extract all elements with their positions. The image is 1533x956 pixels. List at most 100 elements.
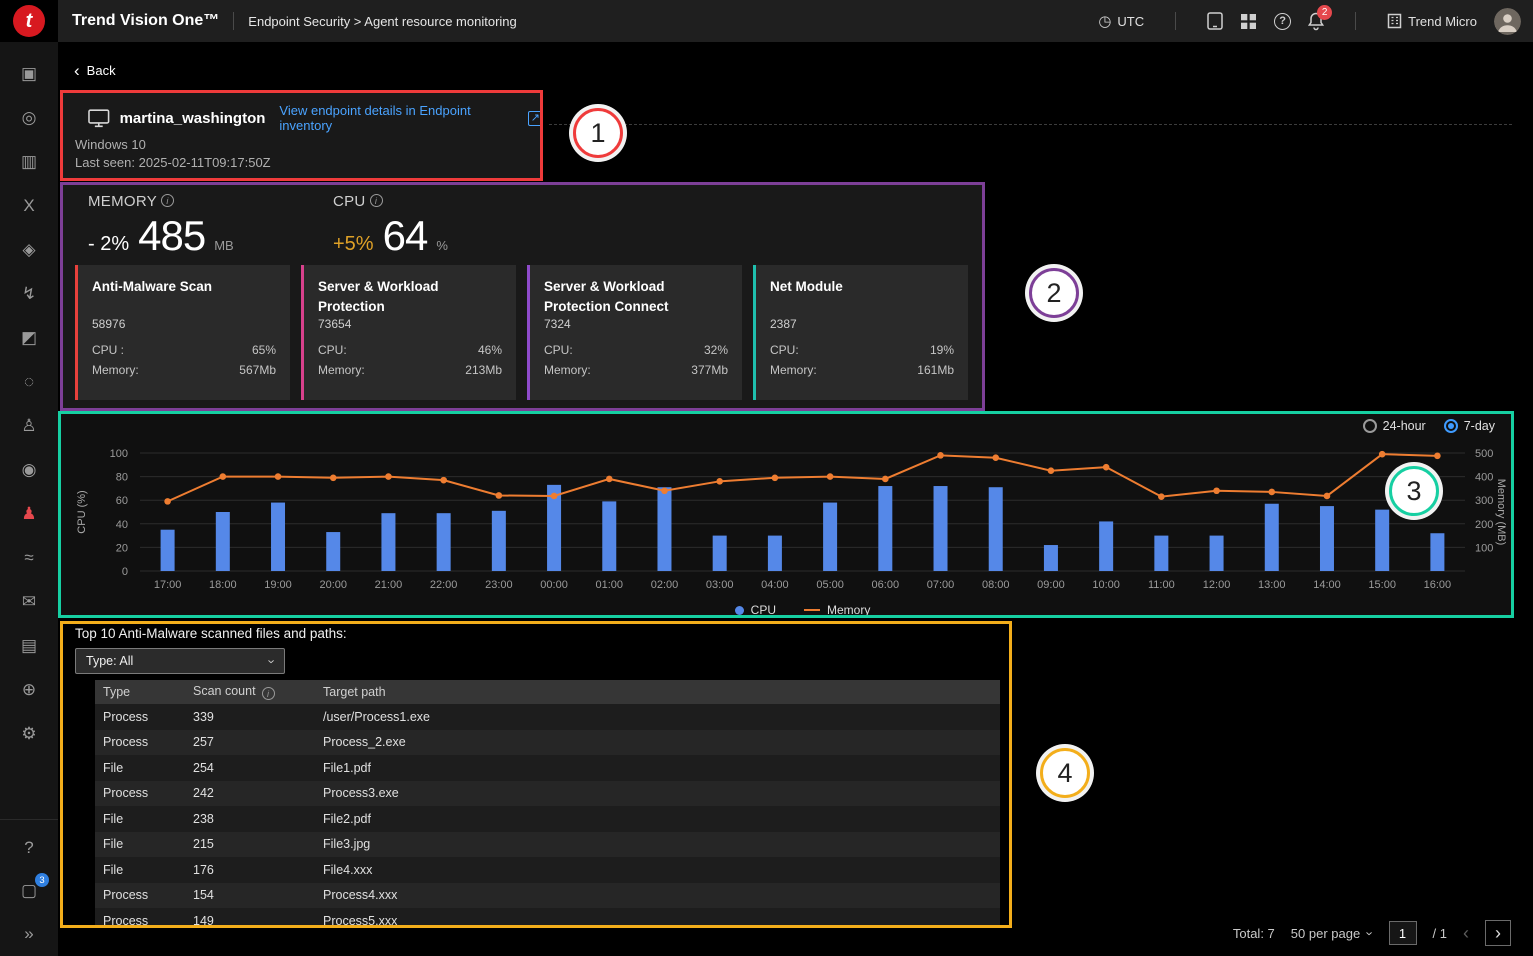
- svg-text:300: 300: [1475, 495, 1493, 507]
- identity-security-icon[interactable]: ♙: [16, 414, 42, 438]
- memory-delta: - 2%: [88, 233, 129, 256]
- svg-text:20: 20: [116, 542, 128, 554]
- module-name: Net Module: [770, 277, 954, 317]
- next-page-button[interactable]: ›: [1485, 920, 1511, 946]
- expand-icon[interactable]: »: [16, 922, 42, 946]
- table-row: Process149Process5.xxx: [95, 908, 1000, 928]
- tenant-selector[interactable]: Trend Micro: [1387, 13, 1477, 29]
- svg-text:200: 200: [1475, 519, 1493, 531]
- memory-row-value: 161Mb: [917, 363, 954, 377]
- type-filter-dropdown[interactable]: Type: All ›: [75, 648, 285, 674]
- topbar-divider: [233, 12, 234, 30]
- whats-new-icon[interactable]: ▢3: [16, 879, 42, 903]
- module-card-anti-malware: Anti-Malware Scan 58976 CPU :65% Memory:…: [75, 265, 290, 400]
- cpu-value: 64: [383, 212, 428, 260]
- memory-row-value: 213Mb: [465, 363, 502, 377]
- module-scan-count: 73654: [318, 317, 502, 331]
- svg-text:Memory (MB): Memory (MB): [1495, 479, 1507, 546]
- svg-text:12:00: 12:00: [1203, 579, 1231, 591]
- external-link-icon: ↗: [528, 111, 543, 126]
- cpu-unit: %: [436, 238, 448, 253]
- reports-icon[interactable]: ▤: [16, 634, 42, 658]
- column-type: Type: [95, 680, 185, 704]
- svg-text:06:00: 06:00: [872, 579, 900, 591]
- threat-intelligence-icon[interactable]: ⊕: [16, 678, 42, 702]
- memory-legend-icon: [804, 609, 820, 611]
- svg-text:80: 80: [116, 472, 128, 484]
- console-icon[interactable]: ▣: [16, 62, 42, 86]
- search-icon[interactable]: ◌: [16, 370, 42, 394]
- memory-label: MEMORY: [88, 193, 157, 210]
- cpu-metric: CPU i +5% 64 %: [333, 193, 448, 260]
- response-icon[interactable]: ↯: [16, 282, 42, 306]
- sidebar-bottom: ? ▢3 »: [0, 819, 58, 956]
- radio-icon: [1363, 419, 1377, 433]
- cloud-security-icon[interactable]: ◉: [16, 458, 42, 482]
- table-row: Process154Process4.xxx: [95, 883, 1000, 909]
- agent-resource-monitoring-page: t Trend Vision One™ Endpoint Security > …: [0, 0, 1533, 956]
- info-icon[interactable]: i: [370, 194, 383, 207]
- chevron-down-icon: ›: [1363, 931, 1378, 935]
- svg-text:23:00: 23:00: [485, 579, 513, 591]
- help-icon[interactable]: ?: [16, 836, 42, 860]
- info-icon[interactable]: i: [161, 194, 174, 207]
- resource-metrics-panel: MEMORY i - 2% 485 MB CPU i +5% 64 % Anti…: [62, 183, 985, 411]
- svg-text:0: 0: [122, 566, 128, 578]
- administration-icon[interactable]: ⚙: [16, 722, 42, 746]
- timezone-label: UTC: [1117, 14, 1144, 29]
- endpoint-details-card: martina_washington View endpoint details…: [62, 91, 543, 181]
- info-icon[interactable]: i: [262, 687, 275, 700]
- avatar-icon: [1494, 8, 1521, 35]
- xdr-threat-investigation-icon[interactable]: X: [16, 194, 42, 218]
- legend-cpu[interactable]: CPU: [735, 603, 776, 617]
- agent-monitoring-icon[interactable]: ♟: [16, 502, 42, 526]
- console-shortcut-button[interactable]: [1207, 12, 1223, 30]
- memory-row-value: 377Mb: [691, 363, 728, 377]
- attack-surface-icon[interactable]: ◎: [16, 106, 42, 130]
- cpu-row-label: CPU:: [544, 343, 573, 357]
- svg-text:16:00: 16:00: [1424, 579, 1452, 591]
- previous-page-button[interactable]: ‹: [1463, 923, 1469, 944]
- module-scan-count: 58976: [92, 317, 276, 331]
- svg-text:13:00: 13:00: [1258, 579, 1286, 591]
- cpu-row-label: CPU:: [770, 343, 799, 357]
- svg-text:14:00: 14:00: [1313, 579, 1341, 591]
- dashboard-icon[interactable]: ▥: [16, 150, 42, 174]
- help-button[interactable]: ?: [1274, 13, 1291, 30]
- timezone-selector[interactable]: ◷ UTC: [1098, 12, 1144, 30]
- annotation-circle-1: 1: [573, 108, 623, 158]
- page-number-input[interactable]: 1: [1389, 921, 1417, 945]
- email-security-icon[interactable]: ✉: [16, 590, 42, 614]
- table-title: Top 10 Anti-Malware scanned files and pa…: [75, 626, 1012, 641]
- svg-text:08:00: 08:00: [982, 579, 1010, 591]
- apps-icon: [1240, 13, 1257, 30]
- integrations-button[interactable]: [1240, 13, 1257, 30]
- page-total: / 1: [1433, 926, 1447, 941]
- trend-micro-logo[interactable]: t: [0, 0, 58, 42]
- radio-label: 7-day: [1464, 419, 1495, 433]
- notifications-button[interactable]: 2: [1308, 12, 1324, 31]
- detection-model-icon[interactable]: ◈: [16, 238, 42, 262]
- user-avatar[interactable]: [1494, 8, 1521, 35]
- network-security-icon[interactable]: ≈: [16, 546, 42, 570]
- endpoint-inventory-link[interactable]: View endpoint details in Endpoint invent…: [279, 103, 543, 133]
- legend-memory[interactable]: Memory: [804, 603, 870, 617]
- svg-text:00:00: 00:00: [540, 579, 568, 591]
- svg-text:22:00: 22:00: [430, 579, 458, 591]
- cpu-row-value: 65%: [252, 343, 276, 357]
- scanned-files-section: Top 10 Anti-Malware scanned files and pa…: [62, 622, 1012, 928]
- trend-micro-logo-icon: t: [13, 5, 45, 37]
- cpu-row-label: CPU:: [318, 343, 347, 357]
- dotted-divider: [549, 124, 1512, 125]
- back-button[interactable]: ‹ Back: [74, 63, 116, 78]
- topbar: t Trend Vision One™ Endpoint Security > …: [0, 0, 1533, 42]
- data-security-icon[interactable]: ◩: [16, 326, 42, 350]
- per-page-selector[interactable]: 50 per page ›: [1291, 926, 1373, 941]
- svg-text:100: 100: [110, 448, 128, 460]
- table-row: Process257Process_2.exe: [95, 730, 1000, 756]
- radio-24-hour[interactable]: 24-hour: [1363, 419, 1426, 433]
- svg-text:07:00: 07:00: [927, 579, 955, 591]
- endpoint-last-seen: Last seen: 2025-02-11T09:17:50Z: [75, 155, 271, 170]
- table-row: File238File2.pdf: [95, 806, 1000, 832]
- radio-7-day[interactable]: 7-day: [1444, 419, 1495, 433]
